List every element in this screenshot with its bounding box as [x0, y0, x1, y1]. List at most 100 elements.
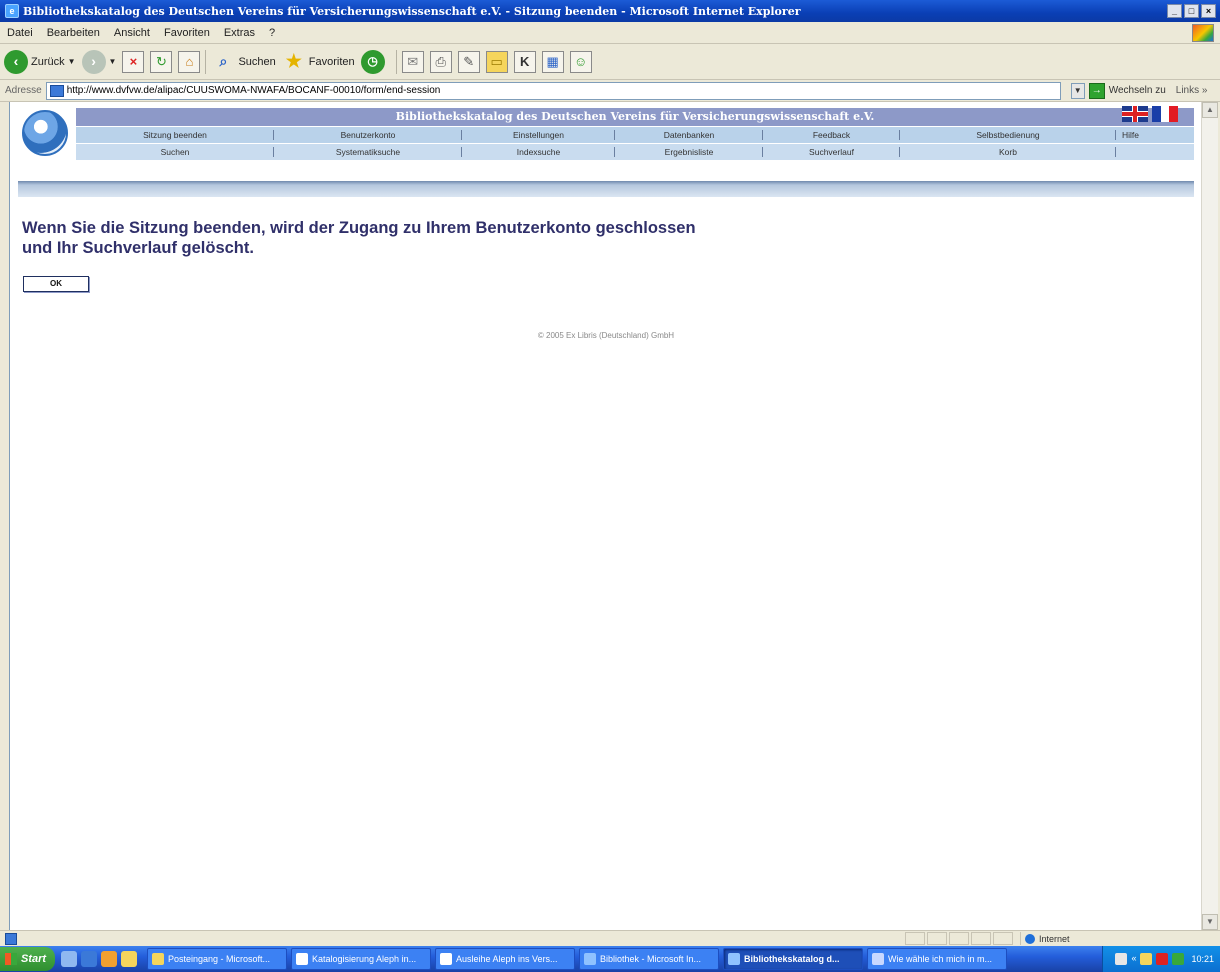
outlook-quicklaunch-icon[interactable]	[121, 951, 137, 967]
catalog-title: Bibliothekskatalog des Deutschen Vereins…	[76, 108, 1194, 126]
nav-indexsuche[interactable]: Indexsuche	[462, 144, 615, 160]
browser-quicklaunch-icon[interactable]	[81, 951, 97, 967]
toolbar: ‹ Zurück ▼ › ▼ × ↻ ⌂ ⌕ Suchen ★ Favorite…	[0, 44, 1220, 80]
history-button[interactable]: ◷	[360, 49, 385, 74]
menu-extras[interactable]: Extras	[217, 27, 262, 39]
nav-einstellungen[interactable]: Einstellungen	[462, 127, 615, 143]
messenger-icon[interactable]: ☺	[569, 50, 592, 73]
window-title: Bibliothekskatalog des Deutschen Vereins…	[23, 4, 801, 18]
nav-hilfe[interactable]: Hilfe	[1116, 127, 1194, 143]
links-button[interactable]: Links »	[1176, 85, 1208, 96]
scroll-down-icon[interactable]: ▼	[1202, 914, 1218, 930]
status-pane	[949, 932, 969, 945]
task-label: Ausleihe Aleph ins Vers...	[456, 954, 558, 964]
stop-icon[interactable]: ×	[122, 50, 145, 73]
task-ausleihe[interactable]: Ausleihe Aleph ins Vers...	[435, 948, 575, 970]
research-icon[interactable]: ▦	[541, 50, 564, 73]
globe-icon	[1025, 933, 1035, 944]
menu-favoriten[interactable]: Favoriten	[157, 27, 217, 39]
address-bar: Adresse http://www.dvfvw.de/alipac/CUUSW…	[0, 80, 1220, 102]
page-content: Bibliothekskatalog des Deutschen Vereins…	[9, 102, 1201, 930]
page-status-icon	[5, 932, 17, 945]
address-field[interactable]: http://www.dvfvw.de/alipac/CUUSWOMA-NWAF…	[45, 81, 1061, 100]
go-button[interactable]: Wechseln zu	[1109, 85, 1166, 96]
search-button[interactable]: ⌕ Suchen	[211, 50, 276, 74]
header-divider	[18, 181, 1194, 197]
task-bibliothek[interactable]: Bibliothek - Microsoft In...	[579, 948, 719, 970]
browser-window: e Bibliothekskatalog des Deutschen Verei…	[0, 0, 1220, 972]
status-bar: Internet	[0, 930, 1220, 946]
french-flag-icon[interactable]	[1152, 106, 1179, 122]
search-icon: ⌕	[219, 52, 228, 69]
start-label: Start	[21, 953, 47, 965]
tray-network-icon[interactable]	[1172, 953, 1185, 965]
nav-feedback[interactable]: Feedback	[763, 127, 900, 143]
tray-k-icon[interactable]	[1156, 953, 1169, 965]
nav-benutzerkonto[interactable]: Benutzerkonto	[274, 127, 462, 143]
start-button[interactable]: Start	[0, 947, 55, 971]
copyright-text: © 2005 Ex Libris (Deutschland) GmbH	[537, 331, 675, 340]
zone-label: Internet	[1039, 933, 1070, 944]
tray-chevron-icon[interactable]: «	[1131, 953, 1136, 965]
go-arrow-icon[interactable]: →	[1088, 82, 1105, 99]
back-dropdown-icon[interactable]: ▼	[68, 57, 76, 66]
ok-button[interactable]: OK	[23, 276, 89, 292]
mail-icon[interactable]: ✉	[401, 50, 424, 73]
media-player-icon[interactable]	[101, 951, 117, 967]
system-tray: « 10:21	[1102, 946, 1220, 972]
refresh-icon[interactable]: ↻	[150, 50, 173, 73]
tray-folder-icon[interactable]	[1140, 953, 1153, 965]
tray-app-icon[interactable]	[1115, 953, 1128, 965]
nav-sitzung-beenden[interactable]: Sitzung beenden	[76, 127, 274, 143]
scroll-up-icon[interactable]: ▲	[1202, 102, 1218, 118]
aleph-icon	[440, 953, 452, 965]
catalog-logo[interactable]	[22, 110, 68, 156]
vertical-scrollbar[interactable]: ▲ ▼	[1201, 102, 1218, 930]
status-pane	[905, 932, 925, 945]
back-label: Zurück	[31, 55, 65, 68]
desktop-icon[interactable]	[61, 951, 77, 967]
nav-ergebnisliste[interactable]: Ergebnisliste	[615, 144, 763, 160]
back-button[interactable]: ‹ Zurück ▼	[4, 49, 76, 74]
edit-icon[interactable]: ✎	[457, 50, 480, 73]
nav-korb[interactable]: Korb	[900, 144, 1116, 160]
menu-bar: Datei Bearbeiten Ansicht Favoriten Extra…	[0, 22, 1220, 44]
nav-suchverlauf[interactable]: Suchverlauf	[763, 144, 900, 160]
print-icon[interactable]: ⎙	[429, 50, 452, 73]
minimize-button[interactable]: _	[1167, 4, 1182, 18]
address-dropdown-icon[interactable]: ▼	[1070, 82, 1085, 99]
menu-bearbeiten[interactable]: Bearbeiten	[40, 27, 107, 39]
back-arrow-icon: ‹	[4, 49, 28, 74]
k-app-icon[interactable]: K	[513, 50, 536, 73]
folder-icon[interactable]: ▭	[485, 50, 508, 73]
task-label: Bibliothekskatalog d...	[744, 954, 840, 964]
ie-icon: e	[5, 4, 19, 18]
close-button[interactable]: ×	[1201, 4, 1216, 18]
nav-systematiksuche[interactable]: Systematiksuche	[274, 144, 462, 160]
favorites-button[interactable]: ★ Favoriten	[282, 50, 355, 74]
task-word[interactable]: Wie wähle ich mich in m...	[867, 948, 1007, 970]
nav-selbstbedienung[interactable]: Selbstbedienung	[900, 127, 1116, 143]
search-label: Suchen	[238, 55, 276, 68]
menu-ansicht[interactable]: Ansicht	[107, 27, 157, 39]
menu-help[interactable]: ?	[262, 27, 282, 39]
task-label: Katalogisierung Aleph in...	[312, 954, 417, 964]
toolbar-separator	[205, 49, 207, 74]
status-panes	[905, 932, 1013, 945]
maximize-button[interactable]: □	[1184, 4, 1199, 18]
catalog-header: Bibliothekskatalog des Deutschen Vereins…	[18, 106, 1194, 160]
forward-button[interactable]: › ▼	[81, 49, 117, 74]
ie-icon	[584, 953, 596, 965]
word-icon	[872, 953, 884, 965]
nav-datenbanken[interactable]: Datenbanken	[615, 127, 763, 143]
task-katalogisierung[interactable]: Katalogisierung Aleph in...	[291, 948, 431, 970]
nav-suchen[interactable]: Suchen	[76, 144, 274, 160]
task-label: Bibliothek - Microsoft In...	[600, 954, 702, 964]
forward-dropdown-icon[interactable]: ▼	[109, 57, 117, 66]
task-outlook[interactable]: Posteingang - Microsoft...	[147, 948, 287, 970]
english-flag-icon[interactable]	[1122, 106, 1148, 122]
task-bibliothekskatalog[interactable]: Bibliothekskatalog d...	[723, 948, 863, 970]
menu-datei[interactable]: Datei	[0, 27, 40, 39]
security-zone: Internet	[1020, 932, 1200, 945]
home-icon[interactable]: ⌂	[178, 50, 201, 73]
